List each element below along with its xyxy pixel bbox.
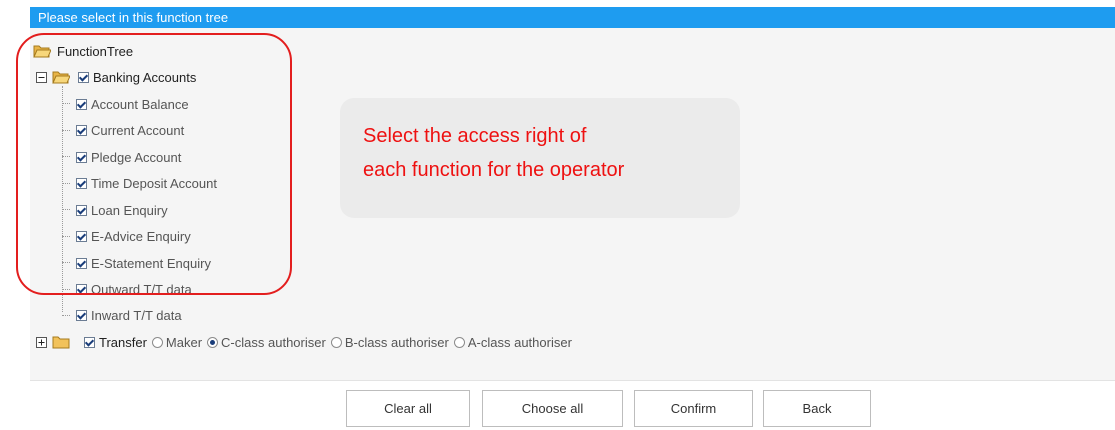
radio-label: B-class authoriser [344,334,449,350]
annotation-line: Select the access right of [363,125,587,147]
radio-label: A-class authoriser [467,334,572,350]
expand-icon[interactable] [36,336,47,348]
radio-c-class-authoriser[interactable] [207,336,219,348]
radio-label: C-class authoriser [221,334,326,350]
back-button[interactable]: Back [763,390,871,427]
function-tree-header: Please select in this function tree [30,7,1115,28]
tree-item-inward-tt-data[interactable]: Inward T/T data [76,306,182,324]
radio-label: Maker [165,334,203,350]
checkbox[interactable] [76,309,87,321]
transfer-label: Transfer [99,334,147,350]
annotation-line: each function for the operator [363,159,625,181]
clear-all-button[interactable]: Clear all [346,390,470,427]
radio-b-class-authoriser[interactable] [330,336,342,348]
choose-all-button[interactable]: Choose all [482,390,623,427]
tree-node-transfer[interactable]: Transfer Maker C-class authoriser B-clas… [36,333,572,351]
radio-a-class-authoriser[interactable] [453,336,465,348]
highlight-outline [16,33,292,295]
header-title: Please select in this function tree [38,10,229,25]
annotation-text: Select the access right of each function… [363,119,743,187]
confirm-button[interactable]: Confirm [634,390,753,427]
transfer-checkbox[interactable] [84,336,95,348]
tree-item-label: Inward T/T data [91,307,182,323]
radio-maker[interactable] [151,336,163,348]
tree-connector [62,315,70,316]
folder-closed-icon [52,336,70,349]
